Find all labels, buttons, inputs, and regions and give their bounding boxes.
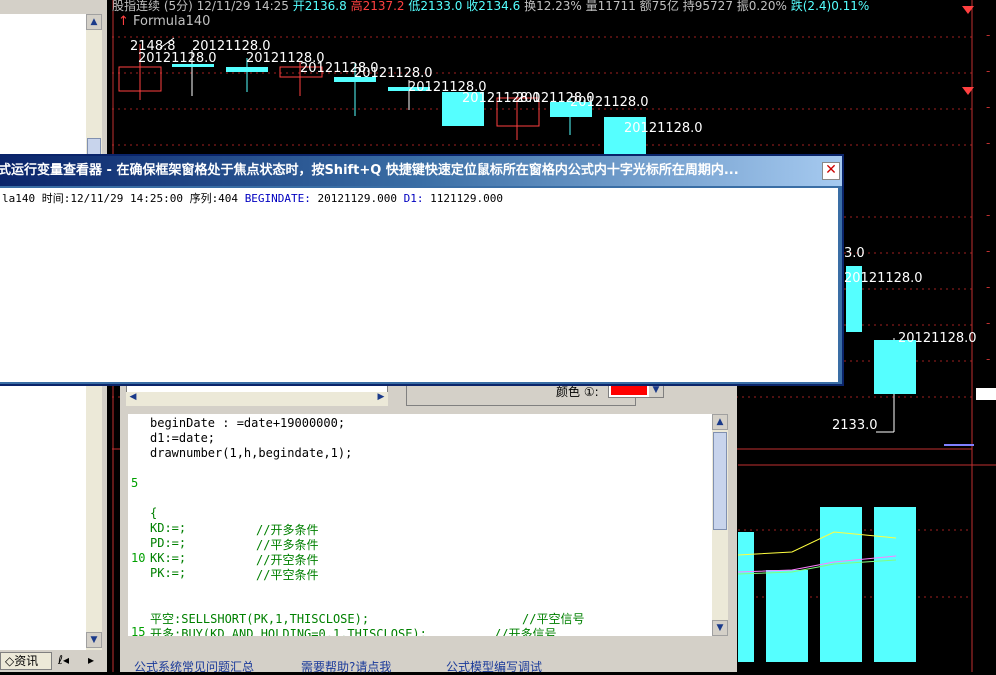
code-line-7: PD:=; (150, 536, 187, 550)
axis-tick-mark: - (986, 244, 991, 258)
date-label: 20121128.0 (354, 66, 433, 81)
code-scrollbar[interactable]: ▲ ▼ (712, 414, 728, 636)
var-name: D1: (403, 192, 424, 205)
current-price-marker (976, 388, 996, 400)
tab-info[interactable]: ◇资讯 (0, 652, 52, 670)
open-price: 开2136.8 (292, 0, 347, 13)
low-price: 低2133.0 (408, 0, 463, 13)
axis-tick-mark: - (986, 100, 991, 114)
link-faq[interactable]: 公式系统常见问题汇总 (134, 658, 254, 675)
scroll-left-button[interactable]: ◀ (126, 392, 140, 406)
instrument-title: 股指连续 (5分) 12/11/29 14:25 (112, 0, 289, 13)
left-bottom-tabs: ◇资讯 ℓ◂ ▸ (0, 650, 107, 672)
context-info: la140 时间:12/11/29 14:25:00 序列:404 (2, 192, 239, 205)
axis-tick-mark: - (986, 316, 991, 330)
high-price: 高2137.2 (350, 0, 405, 13)
variable-viewer-dialog: 式运行变量查看器 - 在确保框架窗格处于焦点状态时，按Shift+Q 快捷键快速… (0, 154, 844, 386)
down-arrow-icon (962, 87, 974, 95)
up-arrow-icon: ↑ (118, 14, 129, 29)
code-comment-9: //平空条件 (256, 568, 319, 582)
amplitude: 振0.20% (736, 0, 787, 13)
link-help[interactable]: 需要帮助?请点我 (301, 658, 391, 675)
formula-title[interactable]: ↑ Formula140 (118, 14, 210, 29)
code-line-6: KD:=; (150, 521, 187, 535)
scroll-up-button[interactable]: ▲ (712, 414, 728, 430)
low-label: 2133.0 (832, 418, 878, 433)
quote-bar: 股指连续 (5分) 12/11/29 14:25 开2136.8 高2137.2… (112, 0, 996, 14)
code-line-2: d1:=date; (150, 431, 216, 445)
axis-tick-mark: - (986, 208, 991, 222)
open-interest: 持95727 (682, 0, 733, 13)
line-number: 5 (131, 476, 139, 490)
code-line-8: KK:=; (150, 551, 187, 565)
turnover-rate: 换12.23% (524, 0, 582, 13)
tab-info-label: 资讯 (14, 654, 39, 668)
dialog-title-bar[interactable]: 式运行变量查看器 - 在确保框架窗格处于焦点状态时，按Shift+Q 快捷键快速… (0, 156, 842, 186)
var-value: 1121129.000 (430, 192, 504, 205)
help-links: 公式系统常见问题汇总 需要帮助?请点我 公式模型编写调试 (120, 656, 737, 675)
line-number: 15 (131, 625, 146, 636)
code-comment-12: //开多信号 (494, 627, 557, 636)
date-label: 20121128.0 (624, 121, 703, 136)
code-line-5: { (150, 506, 158, 520)
code-line-9: PK:=; (150, 566, 187, 580)
line-number: 10 (131, 551, 146, 565)
date-label: 20121128.0 (570, 95, 649, 110)
volume: 量11711 (585, 0, 636, 13)
tab-icon: ◇ (5, 654, 15, 668)
scroll-down-button[interactable]: ▼ (86, 632, 102, 648)
var-name: BEGINDATE: (244, 192, 311, 205)
code-line-12: 开多:BUY(KD AND HOLDING=0,1,THISCLOSE); (150, 627, 427, 636)
code-line-3: drawnumber(1,h,begindate,1); (150, 446, 353, 460)
amount: 额75亿 (639, 0, 679, 13)
close-price: 收2134.6 (466, 0, 521, 13)
tab-next-button[interactable]: ▸ (88, 653, 94, 667)
axis-tick-mark: - (986, 136, 991, 150)
axis-tick-mark: - (986, 280, 991, 294)
high-label: 2148.8 (130, 39, 176, 54)
axis-tick-mark: - (986, 28, 991, 42)
date-label: 20121128.0 (898, 331, 977, 346)
code-line-1: beginDate : =date+19000000; (150, 416, 346, 430)
scroll-up-button[interactable]: ▲ (86, 14, 102, 30)
scroll-thumb[interactable] (713, 432, 727, 530)
date-label: 20121128.0 (844, 271, 923, 286)
dialog-title: 式运行变量查看器 - 在确保框架窗格处于焦点状态时，按Shift+Q 快捷键快速… (0, 163, 739, 178)
variable-line: la140 时间:12/11/29 14:25:00 序列:404 BEGIND… (2, 190, 503, 206)
close-icon: ✕ (825, 162, 837, 178)
scroll-right-button[interactable]: ▶ (374, 392, 388, 406)
link-debug[interactable]: 公式模型编写调试 (446, 658, 542, 675)
color-swatch (611, 385, 647, 395)
var-value: 20121129.000 (317, 192, 398, 205)
axis-tick-mark: - (986, 64, 991, 78)
variable-output[interactable]: la140 时间:12/11/29 14:25:00 序列:404 BEGIND… (0, 188, 838, 382)
down-arrow-icon (962, 6, 974, 14)
formula-name: Formula140 (133, 14, 211, 29)
change: 跌(2.4)0.11% (790, 0, 870, 13)
param-hscrollbar[interactable]: ◀ ▶ (126, 392, 388, 406)
tab-prev-button[interactable]: ℓ◂ (58, 653, 69, 667)
code-editor[interactable]: beginDate : =date+19000000; d1:=date; dr… (128, 414, 724, 636)
close-button[interactable]: ✕ (822, 162, 840, 180)
low-label-partial: 3.0 (844, 246, 865, 261)
axis-tick-mark: - (986, 352, 991, 366)
scroll-down-button[interactable]: ▼ (712, 620, 728, 636)
